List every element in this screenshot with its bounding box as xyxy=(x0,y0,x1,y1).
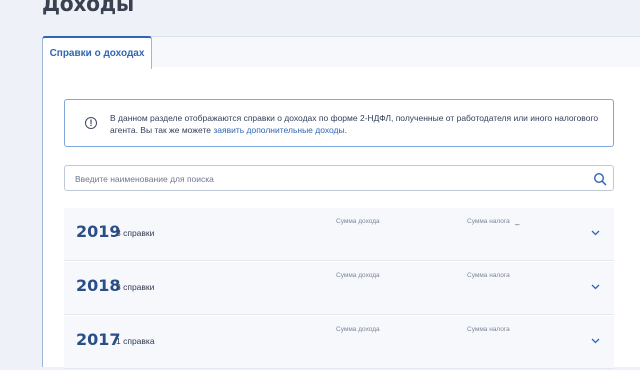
search-icon[interactable] xyxy=(593,172,607,186)
search-placeholder: Введите наименование для поиска xyxy=(75,174,214,184)
declare-additional-income-link[interactable]: заявить дополнительные доходы xyxy=(213,125,344,135)
info-notice: ! В данном разделе отображаются справки … xyxy=(64,99,614,147)
tax-sum-label: Сумма налога xyxy=(467,326,510,333)
info-text: В данном разделе отображаются справки о … xyxy=(110,112,600,136)
year-row-2018[interactable]: 2018 3 справки Сумма дохода Сумма налога xyxy=(64,262,614,315)
year-label: 2019 xyxy=(76,222,121,241)
tax-sum-value: – xyxy=(515,220,520,229)
income-sum-label: Сумма дохода xyxy=(336,272,380,279)
chevron-down-icon[interactable] xyxy=(591,338,600,344)
chevron-down-icon[interactable] xyxy=(591,284,600,290)
income-sum-label: Сумма дохода xyxy=(336,326,380,333)
year-list: 2019 3 справки Сумма дохода Сумма налога… xyxy=(64,208,614,370)
year-label: 2017 xyxy=(76,330,121,349)
info-text-body: В данном разделе отображаются справки о … xyxy=(110,113,599,135)
page-title: Доходы xyxy=(42,0,134,17)
chevron-down-icon[interactable] xyxy=(591,230,600,236)
info-circle-icon: ! xyxy=(85,117,97,129)
certificate-count: 3 справки xyxy=(116,282,155,292)
tax-sum-label: Сумма налога xyxy=(467,218,510,225)
year-label: 2018 xyxy=(76,276,121,295)
certificate-count: 1 справка xyxy=(116,336,155,346)
income-sum-label: Сумма дохода xyxy=(336,218,380,225)
search-input[interactable]: Введите наименование для поиска xyxy=(64,165,614,191)
info-text-suffix: . xyxy=(344,125,348,135)
tab-income-certificates[interactable]: Справки о доходах xyxy=(42,36,152,69)
year-row-2017[interactable]: 2017 1 справка Сумма дохода Сумма налога xyxy=(64,316,614,369)
tax-sum-label: Сумма налога xyxy=(467,272,510,279)
certificate-count: 3 справки xyxy=(116,228,155,238)
year-row-2019[interactable]: 2019 3 справки Сумма дохода Сумма налога… xyxy=(64,208,614,261)
tab-bar-background xyxy=(150,36,640,67)
